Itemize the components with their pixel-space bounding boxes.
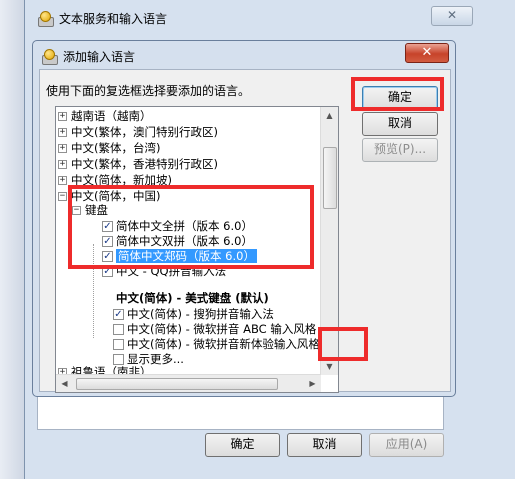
desktop-background-strip — [0, 0, 24, 479]
collapse-icon[interactable]: − — [58, 192, 67, 201]
tree-item-language[interactable]: + 越南语（越南） — [58, 109, 152, 124]
highlight-box-scrollbar — [318, 327, 368, 361]
default-keyboard-label: 中文(简体) - 美式键盘 (默认) — [116, 291, 269, 305]
outer-window-title: 文本服务和输入语言 — [59, 12, 168, 26]
expand-icon[interactable]: + — [58, 160, 67, 169]
checkbox-unchecked[interactable] — [113, 354, 124, 365]
scroll-right-arrow-icon[interactable]: ▶ — [304, 375, 321, 392]
outer-close-button[interactable]: ✕ — [431, 6, 473, 26]
keyboard-globe-icon — [37, 10, 54, 27]
outer-window-title-bar: 文本服务和输入语言 — [37, 10, 167, 27]
expand-icon[interactable]: + — [58, 112, 67, 121]
preview-button[interactable]: 预览(P)... — [362, 138, 438, 162]
checkbox-checked[interactable]: ✓ — [113, 309, 124, 320]
expand-icon[interactable]: + — [58, 128, 67, 137]
checkbox-unchecked[interactable] — [113, 324, 124, 335]
scroll-thumb[interactable] — [323, 147, 337, 209]
scroll-up-arrow-icon[interactable]: ▲ — [321, 107, 338, 124]
highlight-box-keyboards — [68, 185, 314, 269]
tree-item-language[interactable]: + 中文(繁体，香港特别行政区) — [58, 157, 218, 172]
outer-apply-button[interactable]: 应用(A) — [369, 433, 444, 457]
outer-ok-button[interactable]: 确定 — [205, 433, 280, 457]
dialog-title: 添加输入语言 — [63, 50, 136, 64]
tree-horizontal-scrollbar[interactable]: ◀ ▶ — [56, 374, 321, 392]
keyboard-item[interactable]: 中文(简体) - 微软拼音新体验输入风格 — [113, 337, 320, 352]
keyboard-item[interactable]: 中文(简体) - 微软拼音 ABC 输入风格 — [113, 322, 316, 337]
tree-item-language[interactable]: + 中文(繁体，台湾) — [58, 141, 160, 156]
cancel-button[interactable]: 取消 — [362, 112, 438, 136]
tree-item-language[interactable]: + 中文(繁体，澳门特别行政区) — [58, 125, 218, 140]
highlight-box-ok-button — [351, 77, 444, 111]
instruction-text: 使用下面的复选框选择要添加的语言。 — [46, 84, 251, 98]
scroll-left-arrow-icon[interactable]: ◀ — [56, 375, 73, 392]
keyboard-item[interactable]: ✓ 中文(简体) - 搜狗拼音输入法 — [113, 307, 274, 322]
expand-icon[interactable]: + — [58, 176, 67, 185]
keyboard-globe-icon — [41, 48, 58, 65]
checkbox-unchecked[interactable] — [113, 339, 124, 350]
dialog-close-button[interactable]: ✕ — [405, 43, 449, 63]
scroll-thumb[interactable] — [76, 378, 278, 390]
outer-cancel-button[interactable]: 取消 — [287, 433, 362, 457]
dialog-title-bar: 添加输入语言 — [41, 48, 135, 65]
expand-icon[interactable]: + — [58, 144, 67, 153]
